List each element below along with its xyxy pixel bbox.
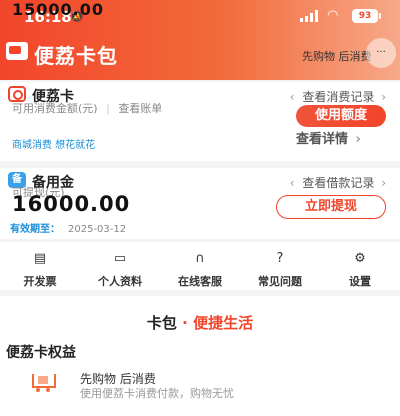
menu-label: 常见问题	[258, 275, 302, 288]
menu-label: 在线客服	[178, 275, 222, 288]
capsule-slogan: 先购物 后消费	[302, 50, 372, 63]
cart-badge	[38, 376, 48, 384]
card-tagline: 商城消费 想花就花	[12, 140, 96, 151]
menu-profile[interactable]: ▭ 个人资料	[80, 252, 160, 289]
rights-item-desc: 使用便荔卡消费付款，购物无忧	[80, 387, 234, 400]
menu-label: 个人资料	[98, 275, 142, 288]
battery-icon: 93	[352, 9, 381, 23]
bill-link[interactable]: 查看账单	[118, 102, 162, 115]
gear-icon: ⚙	[354, 251, 366, 266]
menu-service[interactable]: ∩ 在线客服	[160, 252, 240, 289]
view-detail-link[interactable]: 查看详情 ›	[296, 128, 361, 147]
app-title: 便荔卡包	[34, 44, 118, 68]
more-button[interactable]: ···	[366, 38, 396, 68]
consume-record-link[interactable]: 查看消费记录 ›	[290, 88, 386, 105]
balance-label: 可用消费金额(元) | 查看账单	[12, 100, 162, 116]
menu-faq[interactable]: ? 常见问题	[240, 252, 320, 289]
separator: |	[106, 102, 110, 115]
credit-amount: 15000.00	[12, 0, 105, 19]
expiry-label: 有效期至：	[10, 224, 60, 235]
menu-settings[interactable]: ⚙ 设置	[320, 252, 400, 289]
signal-icon	[300, 10, 322, 22]
balance-label-text: 可用消费金额(元)	[12, 102, 98, 115]
invoice-icon: ▤	[33, 251, 47, 266]
slogan: 卡包 · 便捷生活	[0, 312, 400, 333]
menu-label: 设置	[349, 275, 371, 288]
app-logo-icon	[6, 42, 28, 60]
chevron-right-icon: ›	[381, 176, 386, 190]
cart-icon	[30, 372, 56, 394]
headset-icon: ∩	[195, 251, 205, 266]
chevron-right-icon: ›	[355, 132, 361, 147]
expiry-date: 2025-03-12	[68, 224, 127, 235]
profile-icon: ▭	[113, 251, 127, 266]
question-icon: ?	[276, 251, 284, 266]
view-detail-label: 查看详情	[296, 132, 349, 147]
slogan-accent: 便捷生活	[193, 314, 254, 332]
loan-record-label: 查看借款记录	[302, 176, 375, 190]
slogan-separator: ·	[176, 314, 194, 332]
expiry: 有效期至： 2025-03-12	[10, 220, 126, 235]
withdrawable-amount: 16000.00	[12, 192, 131, 216]
loan-record-link[interactable]: 查看借款记录 ›	[290, 174, 386, 191]
slogan-main: 卡包	[146, 314, 177, 332]
withdraw-button[interactable]: 立即提现	[276, 195, 386, 219]
capsule: 先购物 后消费 ···	[298, 38, 396, 70]
quick-menu: ▤ 开发票 ▭ 个人资料 ∩ 在线客服 ? 常见问题 ⚙ 设置	[0, 242, 400, 290]
rights-title: 便荔卡权益	[6, 345, 76, 361]
consume-record-label: 查看消费记录	[302, 90, 375, 104]
menu-label: 开发票	[23, 275, 57, 288]
wifi-icon: ◠	[327, 8, 339, 23]
use-quota-button[interactable]: 使用额度	[296, 105, 386, 127]
menu-invoice[interactable]: ▤ 开发票	[0, 252, 80, 289]
chevron-right-icon: ›	[381, 90, 386, 104]
